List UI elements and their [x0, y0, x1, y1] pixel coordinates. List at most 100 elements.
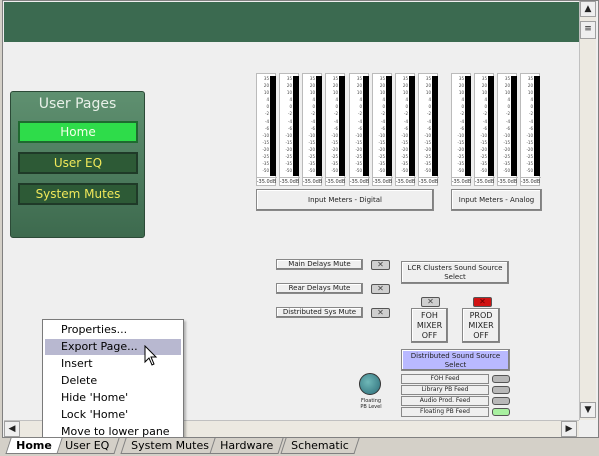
meter-scale-tick: 0 — [382, 104, 385, 110]
scroll-up-icon[interactable]: ▲ — [580, 1, 596, 17]
menu-item-export-page[interactable]: Export Page... — [45, 339, 181, 355]
meter-scale-tick: -35 — [424, 161, 431, 167]
meter-scale-tick: -20 — [401, 146, 408, 152]
meter-bar — [465, 76, 471, 176]
meter-scale-tick: 0 — [530, 104, 533, 110]
meter-scale-tick: 35 — [458, 76, 464, 81]
meter-scale-tick: 10 — [286, 90, 292, 96]
meter-scale-tick: -35 — [378, 161, 385, 167]
meter-scale-tick: 35 — [356, 76, 362, 81]
meter-scale-tick: -50 — [457, 168, 464, 174]
meter-scale-tick: 4 — [359, 97, 362, 103]
meter-scale-tick: -25 — [480, 154, 487, 160]
menu-item-delete[interactable]: Delete — [45, 373, 181, 389]
foh-mixer-button[interactable]: FOH MIXER OFF — [411, 308, 448, 343]
scroll-thumb[interactable]: ≡ — [580, 21, 596, 39]
feed-foh[interactable]: FOH Feed — [401, 374, 489, 384]
meter-bar — [270, 76, 276, 176]
menu-item-lock[interactable]: Lock 'Home' — [45, 407, 181, 423]
distributed-source-select-button[interactable]: Distributed Sound Source Select — [401, 349, 510, 371]
feed-audio-prod[interactable]: Audio Prod. Feed — [401, 396, 489, 406]
meter-scale-tick: 35 — [263, 76, 269, 81]
foh-mixer-led[interactable]: ✕ — [421, 297, 440, 307]
meter-scale: 35 20 10 4 0 -2 -4 -6 -10 -15 -20 -25 -35 -50 — [499, 75, 510, 174]
meter-scale-tick: 35 — [527, 76, 533, 81]
meter-scale-tick: -15 — [401, 139, 408, 145]
meter-scale-tick: -6 — [265, 125, 269, 131]
digital-meter-6: 35 20 10 4 0 -2 -4 -6 -10 -15 -20 -25 -35 -50 -35.0dB — [372, 73, 393, 186]
meter-scale-tick: 0 — [335, 104, 338, 110]
tab-user-eq[interactable]: User EQ — [54, 438, 120, 454]
meter-scale-tick: -10 — [308, 132, 315, 138]
distributed-sys-mute-indicator[interactable]: ✕ — [371, 308, 390, 318]
meter-scale-tick: -35 — [262, 161, 269, 167]
meter-scale-tick: 10 — [458, 90, 464, 96]
meter-scale-tick: -6 — [288, 125, 292, 131]
meter-scale-tick: -35 — [331, 161, 338, 167]
tab-hardware[interactable]: Hardware — [209, 438, 284, 454]
meter-scale: 35 20 10 4 0 -2 -4 -6 -10 -15 -20 -25 -35 -50 — [258, 75, 269, 174]
main-delays-mute-button[interactable]: Main Delays Mute — [276, 259, 363, 270]
meter-scale-tick: 20 — [402, 83, 408, 89]
meter-scale-tick: -4 — [460, 118, 464, 124]
meter-scale-tick: -2 — [334, 111, 338, 117]
scroll-down-icon[interactable]: ▼ — [580, 402, 596, 418]
meter-scale-tick: 20 — [286, 83, 292, 89]
meter-scale-tick: -6 — [460, 125, 464, 131]
meter-scale-tick: -50 — [401, 168, 408, 174]
meter-bar — [488, 76, 494, 176]
tab-schematic-label: Schematic — [291, 439, 349, 452]
meter-scale-tick: 4 — [312, 97, 315, 103]
main-delays-mute-indicator[interactable]: ✕ — [371, 260, 390, 270]
scroll-right-icon[interactable]: ▶ — [561, 421, 577, 437]
vertical-scrollbar[interactable]: ▲ ≡ ▼ — [579, 1, 596, 420]
prod-mixer-button[interactable]: PROD MIXER OFF — [462, 308, 500, 343]
meter-bar — [386, 76, 392, 176]
meter-scale-tick: 4 — [289, 97, 292, 103]
meter-scale-tick: 10 — [402, 90, 408, 96]
scroll-left-icon[interactable]: ◀ — [4, 421, 20, 437]
meter-scale-tick: -2 — [265, 111, 269, 117]
distributed-sys-mute-button[interactable]: Distributed Sys Mute — [276, 307, 363, 318]
menu-item-hide[interactable]: Hide 'Home' — [45, 390, 181, 406]
meter-readout: -35.0dB — [497, 177, 518, 185]
nav-user-eq-button[interactable]: User EQ — [18, 152, 138, 174]
lcr-source-select-button[interactable]: LCR Clusters Sound Source Select — [401, 261, 509, 284]
meter-scale-tick: -25 — [526, 154, 533, 160]
meter-scale-tick: -6 — [404, 125, 408, 131]
tab-system-mutes[interactable]: System Mutes — [120, 438, 220, 454]
tab-system-mutes-label: System Mutes — [131, 439, 209, 452]
meter-scale-tick: 0 — [289, 104, 292, 110]
meter-scale-tick: -6 — [483, 125, 487, 131]
analog-meter-3: 35 20 10 4 0 -2 -4 -6 -10 -15 -20 -25 -35 -50 -35.0dB — [497, 73, 518, 186]
feed-floating-pb-led[interactable] — [492, 408, 510, 416]
feed-floating-pb[interactable]: Floating PB Feed — [401, 407, 489, 417]
meter-scale-tick: 4 — [484, 97, 487, 103]
meter-bar — [534, 76, 540, 176]
nav-system-mutes-button[interactable]: System Mutes — [18, 183, 138, 205]
menu-item-properties[interactable]: Properties... — [45, 322, 181, 338]
rear-delays-mute-button[interactable]: Rear Delays Mute — [276, 283, 363, 294]
nav-home-button[interactable]: Home — [18, 121, 138, 143]
meter-scale-tick: -20 — [457, 146, 464, 152]
meter-scale-tick: -50 — [285, 168, 292, 174]
feed-audio-prod-led[interactable] — [492, 397, 510, 405]
digital-meter-5: 35 20 10 4 0 -2 -4 -6 -10 -15 -20 -25 -35 -50 -35.0dB — [349, 73, 370, 186]
menu-item-insert[interactable]: Insert — [45, 356, 181, 372]
floating-pb-level-knob[interactable] — [359, 373, 381, 395]
floating-pb-level-label: Floating PB Level — [352, 398, 390, 410]
feed-library-pb[interactable]: Library PB Feed — [401, 385, 489, 395]
feed-foh-led[interactable] — [492, 375, 510, 383]
meter-scale-tick: 35 — [286, 76, 292, 81]
prod-mixer-line3: OFF — [473, 331, 489, 340]
meter-readout: -35.0dB — [325, 177, 346, 185]
meter-scale-tick: 35 — [402, 76, 408, 81]
tab-schematic[interactable]: Schematic — [280, 438, 360, 454]
meter-scale-tick: -15 — [308, 139, 315, 145]
meter-scale-tick: -6 — [381, 125, 385, 131]
prod-mixer-led[interactable]: ✕ — [473, 297, 492, 307]
meter-scale-tick: -15 — [480, 139, 487, 145]
feed-library-pb-led[interactable] — [492, 386, 510, 394]
rear-delays-mute-indicator[interactable]: ✕ — [371, 284, 390, 294]
tab-home[interactable]: Home — [5, 438, 63, 454]
